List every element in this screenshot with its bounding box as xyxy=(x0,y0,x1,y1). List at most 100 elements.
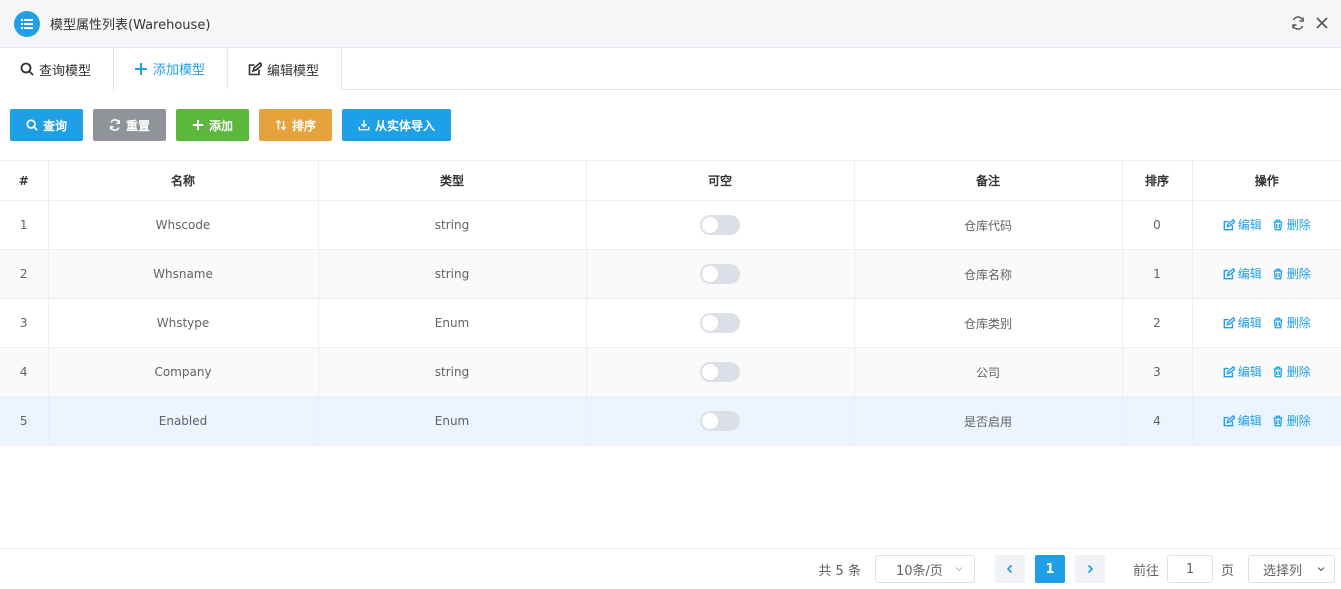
pagination: 共 5 条 10条/页 1 前往 页 选择列 xyxy=(0,548,1341,589)
delete-label: 删除 xyxy=(1286,316,1311,331)
cell-remark: 仓库代码 xyxy=(854,200,1123,250)
delete-row-button[interactable]: 删除 xyxy=(1272,363,1311,380)
trash-icon xyxy=(1273,219,1283,231)
cell-name: Whsname xyxy=(48,249,319,299)
add-button-label: 添加 xyxy=(209,118,234,133)
cell-name: Whscode xyxy=(48,200,319,250)
cell-index: 3 xyxy=(0,298,49,348)
title-bar: 模型属性列表(Warehouse) xyxy=(0,0,1341,48)
table-row[interactable]: 4 Company string 公司 3 编辑 删除 xyxy=(0,347,1341,397)
tab-label: 查询模型 xyxy=(39,63,92,79)
total-count: 共 5 条 xyxy=(818,563,861,579)
nullable-toggle[interactable] xyxy=(700,264,740,284)
goto-page: 前往 页 xyxy=(1133,555,1234,583)
nullable-toggle[interactable] xyxy=(700,215,740,235)
select-columns-dropdown[interactable]: 选择列 xyxy=(1248,555,1335,583)
cell-index: 5 xyxy=(0,396,49,446)
cell-type: Enum xyxy=(318,396,587,446)
cell-remark: 仓库类别 xyxy=(854,298,1123,348)
goto-suffix: 页 xyxy=(1220,563,1234,579)
edit-label: 编辑 xyxy=(1237,267,1262,282)
cell-actions: 编辑 删除 xyxy=(1192,396,1341,446)
chevron-down-icon xyxy=(955,567,963,572)
cell-remark: 公司 xyxy=(854,347,1123,397)
reset-button[interactable]: 重置 xyxy=(93,109,166,141)
column-header-type[interactable]: 类型 xyxy=(318,160,587,201)
close-icon[interactable] xyxy=(1313,14,1331,32)
cell-type: string xyxy=(318,200,587,250)
cell-index: 4 xyxy=(0,347,49,397)
cell-order: 1 xyxy=(1122,249,1193,299)
delete-row-button[interactable]: 删除 xyxy=(1272,314,1311,331)
tab-add-model[interactable]: 添加模型 xyxy=(114,48,229,90)
table-row[interactable]: 3 Whstype Enum 仓库类别 2 编辑 删除 xyxy=(0,298,1341,348)
tab-query-model[interactable]: 查询模型 xyxy=(0,48,115,90)
delete-row-button[interactable]: 删除 xyxy=(1272,412,1311,429)
edit-icon xyxy=(1223,414,1235,427)
column-header-nullable[interactable]: 可空 xyxy=(586,160,855,201)
cell-actions: 编辑 删除 xyxy=(1192,200,1341,250)
column-header-actions: 操作 xyxy=(1192,160,1341,201)
next-page-button[interactable] xyxy=(1074,555,1105,583)
edit-row-button[interactable]: 编辑 xyxy=(1223,412,1262,429)
sort-icon xyxy=(275,119,287,131)
table-row[interactable]: 5 Enabled Enum 是否启用 4 编辑 删除 xyxy=(0,396,1341,446)
trash-icon xyxy=(1273,415,1283,427)
window-title: 模型属性列表(Warehouse) xyxy=(50,18,211,33)
edit-label: 编辑 xyxy=(1237,365,1262,380)
goto-page-input[interactable] xyxy=(1166,555,1213,583)
edit-icon xyxy=(1223,218,1235,231)
delete-row-button[interactable]: 删除 xyxy=(1272,265,1311,282)
delete-row-button[interactable]: 删除 xyxy=(1272,216,1311,233)
chevron-left-icon xyxy=(1006,564,1013,574)
edit-label: 编辑 xyxy=(1237,218,1262,233)
edit-label: 编辑 xyxy=(1237,316,1262,331)
edit-row-button[interactable]: 编辑 xyxy=(1223,265,1262,282)
table-row[interactable]: 1 Whscode string 仓库代码 0 编辑 删除 xyxy=(0,200,1341,250)
cell-nullable xyxy=(586,249,855,299)
search-icon xyxy=(26,119,38,131)
chevron-right-icon xyxy=(1087,564,1094,574)
delete-label: 删除 xyxy=(1286,218,1311,233)
cell-type: Enum xyxy=(318,298,587,348)
refresh-icon[interactable] xyxy=(1289,14,1307,32)
nullable-toggle[interactable] xyxy=(700,411,740,431)
sort-button[interactable]: 排序 xyxy=(259,109,332,141)
cell-name: Enabled xyxy=(48,396,319,446)
cell-remark: 仓库名称 xyxy=(854,249,1123,299)
import-button-label: 从实体导入 xyxy=(375,118,436,133)
edit-row-button[interactable]: 编辑 xyxy=(1223,363,1262,380)
chevron-down-icon xyxy=(1317,567,1325,572)
edit-icon xyxy=(1223,365,1235,378)
column-header-order[interactable]: 排序 xyxy=(1122,160,1193,201)
import-from-entity-button[interactable]: 从实体导入 xyxy=(342,109,451,141)
select-columns-label: 选择列 xyxy=(1263,563,1303,579)
edit-row-button[interactable]: 编辑 xyxy=(1223,314,1262,331)
table-row[interactable]: 2 Whsname string 仓库名称 1 编辑 删除 xyxy=(0,249,1341,299)
nullable-toggle[interactable] xyxy=(700,362,740,382)
nullable-toggle[interactable] xyxy=(700,313,740,333)
column-header-name[interactable]: 名称 xyxy=(48,160,319,201)
edit-icon xyxy=(1223,267,1235,280)
cell-actions: 编辑 删除 xyxy=(1192,298,1341,348)
edit-icon xyxy=(248,62,263,76)
prev-page-button[interactable] xyxy=(994,555,1025,583)
search-icon xyxy=(20,62,34,76)
column-header-index[interactable]: # xyxy=(0,160,49,201)
add-button[interactable]: 添加 xyxy=(176,109,249,141)
cell-type: string xyxy=(318,249,587,299)
query-button[interactable]: 查询 xyxy=(10,109,83,141)
page-size-select[interactable]: 10条/页 xyxy=(874,555,975,583)
attribute-table: # 名称 类型 可空 备注 排序 操作 1 Whscode string 仓库代码 0 编… xyxy=(0,160,1341,446)
list-icon xyxy=(14,10,40,37)
goto-prefix: 前往 xyxy=(1132,563,1159,579)
page-number-current[interactable]: 1 xyxy=(1034,555,1065,583)
column-header-remark[interactable]: 备注 xyxy=(854,160,1123,201)
tab-edit-model[interactable]: 编辑模型 xyxy=(228,48,343,90)
cell-actions: 编辑 删除 xyxy=(1192,347,1341,397)
cell-nullable xyxy=(586,347,855,397)
trash-icon xyxy=(1273,268,1283,280)
edit-icon xyxy=(1223,316,1235,329)
edit-row-button[interactable]: 编辑 xyxy=(1223,216,1262,233)
edit-label: 编辑 xyxy=(1237,414,1262,429)
